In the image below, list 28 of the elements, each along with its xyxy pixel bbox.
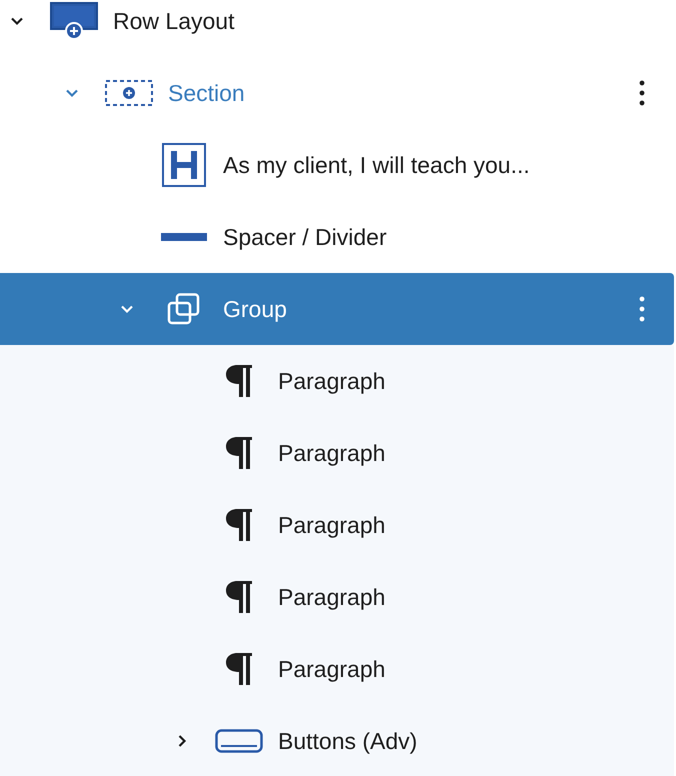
group-icon: [167, 293, 201, 325]
tree-row[interactable]: Paragraph: [0, 561, 674, 633]
block-label: Row Layout: [113, 6, 234, 36]
block-label: Spacer / Divider: [223, 222, 387, 252]
paragraph-icon: [225, 364, 253, 398]
block-label: Buttons (Adv): [278, 726, 418, 756]
heading-icon: [162, 143, 206, 187]
tree-row[interactable]: Buttons (Adv): [0, 705, 674, 776]
row-layout-icon: [50, 2, 98, 40]
tree-row[interactable]: Paragraph: [0, 489, 674, 561]
tree-row[interactable]: Paragraph: [0, 417, 674, 489]
more-options-icon[interactable]: [639, 80, 645, 106]
block-label: Group: [223, 294, 287, 324]
block-label: Paragraph: [278, 654, 386, 684]
tree-row[interactable]: Paragraph: [0, 345, 674, 417]
paragraph-icon: [225, 580, 253, 614]
paragraph-icon: [225, 652, 253, 686]
paragraph-icon: [225, 436, 253, 470]
block-label: Paragraph: [278, 510, 386, 540]
section-icon: [105, 80, 153, 106]
tree-row[interactable]: Paragraph: [0, 633, 674, 705]
paragraph-icon: [225, 508, 253, 542]
block-label: Section: [168, 78, 245, 108]
block-label: Paragraph: [278, 582, 386, 612]
buttons-icon: [215, 729, 263, 753]
block-label: As my client, I will teach you...: [223, 150, 530, 180]
block-label: Paragraph: [278, 366, 386, 396]
block-label: Paragraph: [278, 438, 386, 468]
